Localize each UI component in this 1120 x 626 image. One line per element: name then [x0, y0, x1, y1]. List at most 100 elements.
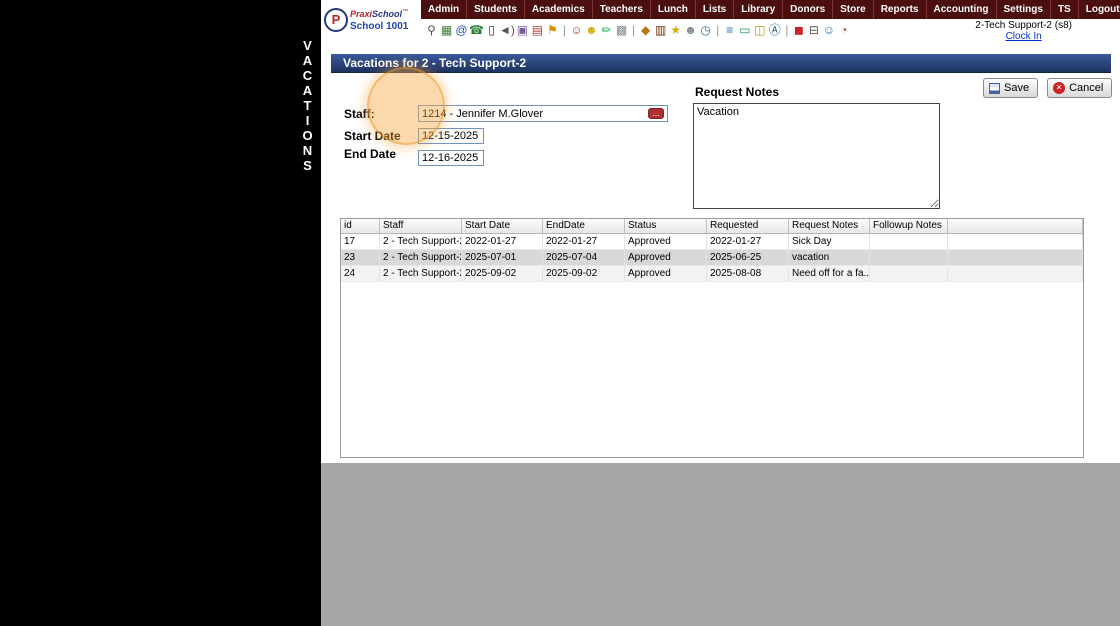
- logo-school-word: School: [372, 9, 402, 19]
- column-header-followup-notes[interactable]: Followup Notes: [870, 219, 948, 233]
- table-cell: [948, 250, 1083, 265]
- media-icon[interactable]: ▣: [515, 21, 530, 39]
- column-header-blank[interactable]: [948, 219, 1083, 233]
- end-date-input[interactable]: [418, 150, 484, 166]
- alarm-icon[interactable]: ◔: [836, 21, 851, 39]
- nav-item-donors[interactable]: Donors: [783, 0, 833, 19]
- main-area: P PraxiSchool™ School 1001 AdminStudents…: [321, 0, 1120, 626]
- nav-item-students[interactable]: Students: [467, 0, 525, 19]
- nav-item-library[interactable]: Library: [734, 0, 783, 19]
- table-row[interactable]: 172 - Tech Support-2 2022-01-27 2022-01-27…: [341, 234, 1083, 250]
- staff-lookup-button[interactable]: ...: [648, 108, 664, 119]
- start-date-label: Start Date: [344, 129, 401, 143]
- table-cell: vacation: [789, 250, 870, 265]
- cancel-icon: ✕: [1053, 82, 1065, 94]
- pdf-icon[interactable]: ◼: [791, 21, 806, 39]
- adv-pdf-icon[interactable]: Ⓐ: [767, 21, 782, 39]
- nav-item-lists[interactable]: Lists: [696, 0, 734, 19]
- vertical-label-letter: V: [300, 38, 315, 53]
- gradebook-icon[interactable]: ▥: [653, 21, 668, 39]
- announcement-icon[interactable]: ⚑: [545, 21, 560, 39]
- student-alert-icon[interactable]: ☻: [584, 21, 599, 39]
- nav-item-academics[interactable]: Academics: [525, 0, 593, 19]
- vacations-table-header: idStaffStart DateEndDateStatusRequestedR…: [341, 219, 1083, 234]
- briefcase-icon[interactable]: ◆: [638, 21, 653, 39]
- column-header-status[interactable]: Status: [625, 219, 707, 233]
- clock-icon[interactable]: ◷: [698, 21, 713, 39]
- nav-item-settings[interactable]: Settings: [997, 0, 1051, 19]
- phone-icon[interactable]: ☎: [469, 21, 484, 39]
- table-cell: Approved: [625, 266, 707, 281]
- table-cell: 24: [341, 266, 380, 281]
- vertical-label-letter: C: [300, 68, 315, 83]
- request-notes-label: Request Notes: [695, 85, 779, 99]
- table-cell: [948, 234, 1083, 249]
- folder-chart-icon[interactable]: ◫: [752, 21, 767, 39]
- table-cell: 2 - Tech Support-2: [380, 266, 462, 281]
- grid-icon[interactable]: ▦: [439, 21, 454, 39]
- table-cell: [870, 266, 948, 281]
- column-header-enddate[interactable]: EndDate: [543, 219, 625, 233]
- vacations-table: idStaffStart DateEndDateStatusRequestedR…: [340, 218, 1084, 458]
- student-icon[interactable]: ☺: [569, 21, 584, 39]
- eraser-icon[interactable]: ✏: [599, 21, 614, 39]
- nav-item-admin[interactable]: Admin: [421, 0, 467, 19]
- vertical-label-letter: A: [300, 83, 315, 98]
- table-cell: 23: [341, 250, 380, 265]
- logo[interactable]: P PraxiSchool™ School 1001: [321, 0, 421, 40]
- list-icon[interactable]: ≡: [722, 21, 737, 39]
- nav-item-logout[interactable]: Logout: [1079, 0, 1120, 19]
- logo-name: PraxiSchool™: [350, 9, 408, 19]
- card-icon[interactable]: ▭: [737, 21, 752, 39]
- nav-item-reports[interactable]: Reports: [874, 0, 927, 19]
- table-cell: 2022-01-27: [707, 234, 789, 249]
- sidebar: VACATIONS: [0, 0, 321, 626]
- staff-input[interactable]: [419, 108, 648, 120]
- column-header-request-notes[interactable]: Request Notes: [789, 219, 870, 233]
- table-cell: [948, 266, 1083, 281]
- table-cell: [870, 250, 948, 265]
- column-header-requested[interactable]: Requested: [707, 219, 789, 233]
- vertical-label-letter: I: [300, 113, 315, 128]
- nav-item-ts[interactable]: TS: [1051, 0, 1079, 19]
- nav-item-accounting[interactable]: Accounting: [927, 0, 997, 19]
- page-title: Vacations for 2 - Tech Support-2: [331, 54, 1111, 73]
- start-date-input[interactable]: [418, 128, 484, 144]
- photos-icon[interactable]: ▩: [614, 21, 629, 39]
- clock-in-link[interactable]: Clock In: [975, 31, 1072, 42]
- table-cell: 2025-08-08: [707, 266, 789, 281]
- nav-item-teachers[interactable]: Teachers: [593, 0, 651, 19]
- request-notes-textarea[interactable]: Vacation: [693, 103, 940, 209]
- table-cell: 17: [341, 234, 380, 249]
- separator: |: [563, 23, 566, 37]
- email-icon[interactable]: @: [454, 21, 469, 39]
- print-icon[interactable]: ⊟: [806, 21, 821, 39]
- mobile-icon[interactable]: ▯: [484, 21, 499, 39]
- table-cell: 2 - Tech Support-2: [380, 234, 462, 249]
- table-cell: Approved: [625, 234, 707, 249]
- table-cell: 2025-06-25: [707, 250, 789, 265]
- vertical-label: VACATIONS: [300, 38, 315, 173]
- table-cell: 2025-07-01: [462, 250, 543, 265]
- nav-item-store[interactable]: Store: [833, 0, 874, 19]
- separator: |: [785, 23, 788, 37]
- user-label: 2-Tech Support-2 (s8): [975, 20, 1072, 31]
- save-button[interactable]: Save: [983, 78, 1038, 98]
- staff-icon[interactable]: ☻: [683, 21, 698, 39]
- table-cell: 2022-01-27: [543, 234, 625, 249]
- column-header-id[interactable]: id: [341, 219, 380, 233]
- help-icon[interactable]: ☺: [821, 21, 836, 39]
- table-cell: 2 - Tech Support-2: [380, 250, 462, 265]
- nav-item-lunch[interactable]: Lunch: [651, 0, 696, 19]
- cancel-button[interactable]: ✕ Cancel: [1047, 78, 1112, 98]
- table-row[interactable]: 232 - Tech Support-22025-07-012025-07-04…: [341, 250, 1083, 266]
- table-row[interactable]: 242 - Tech Support-22025-09-022025-09-02…: [341, 266, 1083, 282]
- column-header-start-date[interactable]: Start Date: [462, 219, 543, 233]
- speaker-icon[interactable]: ◄): [499, 21, 515, 39]
- award-icon[interactable]: ★: [668, 21, 683, 39]
- column-header-staff[interactable]: Staff: [380, 219, 462, 233]
- save-label: Save: [1004, 82, 1029, 94]
- search-icon[interactable]: ⚲: [424, 21, 439, 39]
- vertical-label-letter: S: [300, 158, 315, 173]
- calendar-icon[interactable]: ▤: [530, 21, 545, 39]
